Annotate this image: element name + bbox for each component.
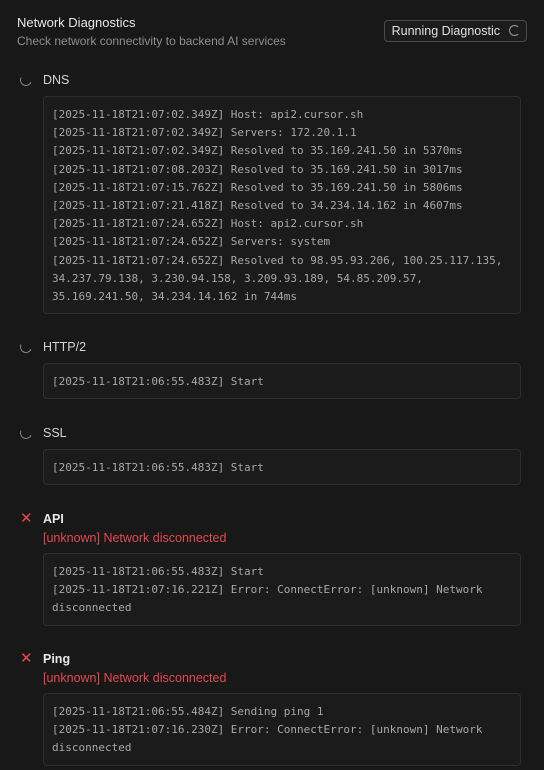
- run-button-label: Running Diagnostic: [391, 24, 500, 38]
- section-dns: DNS [2025-11-18T21:07:02.349Z] Host: api…: [18, 72, 521, 315]
- spinner-icon: [18, 72, 34, 88]
- log-line: [2025-11-18T21:07:21.418Z] Resolved to 3…: [52, 199, 463, 213]
- error-x-icon: ✕: [20, 509, 33, 527]
- log-line: [2025-11-18T21:07:02.349Z] Host: api2.cu…: [52, 108, 364, 121]
- log-box: [2025-11-18T21:06:55.483Z] Start: [43, 449, 521, 486]
- section-label: DNS: [43, 73, 70, 87]
- section-header: HTTP/2: [18, 339, 521, 357]
- section-header: SSL: [18, 425, 521, 443]
- log-line: [2025-11-18T21:07:16.221Z] Error: Connec…: [52, 583, 483, 615]
- section-header: DNS: [18, 72, 521, 90]
- running-diagnostic-button[interactable]: Running Diagnostic: [383, 20, 527, 42]
- log-line: [2025-11-18T21:07:24.652Z] Host: api2.cu…: [52, 217, 364, 231]
- log-line: [2025-11-18T21:07:02.349Z] Resolved to 3…: [52, 144, 463, 158]
- log-line: [2025-11-18T21:06:55.483Z] Start: [52, 375, 264, 388]
- error-x-icon: ✕: [20, 649, 33, 667]
- section-error-message: [unknown] Network disconnected: [43, 671, 227, 685]
- log-box: [2025-11-18T21:06:55.483Z] Start [2025-1…: [43, 553, 521, 626]
- log-line: [2025-11-18T21:06:55.483Z] Start: [52, 565, 264, 578]
- network-diagnostics-panel: Network Diagnostics Check network connec…: [0, 0, 544, 770]
- spinner-icon: [18, 339, 34, 355]
- loading-spinner-icon: [509, 25, 520, 36]
- panel-header: Network Diagnostics Check network connec…: [17, 15, 527, 49]
- log-line: [2025-11-18T21:06:55.483Z] Start: [52, 461, 264, 474]
- section-label: Ping: [43, 652, 71, 666]
- spinner-icon: [18, 425, 34, 441]
- section-ssl: SSL [2025-11-18T21:06:55.483Z] Start: [18, 425, 521, 486]
- section-http2: HTTP/2 [2025-11-18T21:06:55.483Z] Start: [18, 339, 521, 400]
- log-line: [2025-11-18T21:06:55.484Z] Sending ping …: [52, 705, 324, 718]
- section-header: ✕ Ping [unknown] Network disconnected: [20, 649, 521, 686]
- log-line: [2025-11-18T21:07:24.652Z] Servers: syst…: [52, 235, 331, 249]
- log-line: [2025-11-18T21:07:16.230Z] Error: Connec…: [52, 723, 483, 755]
- log-box: [2025-11-18T21:07:02.349Z] Host: api2.cu…: [43, 96, 521, 315]
- section-label: SSL: [43, 426, 67, 440]
- log-box: [2025-11-18T21:06:55.484Z] Sending ping …: [43, 693, 521, 766]
- section-error-message: [unknown] Network disconnected: [43, 531, 227, 545]
- section-api: ✕ API [unknown] Network disconnected [20…: [20, 509, 521, 626]
- log-line: [2025-11-18T21:07:08.203Z] Resolved to 3…: [52, 162, 463, 176]
- section-ping: ✕ Ping [unknown] Network disconnected [2…: [20, 649, 521, 766]
- log-box: [2025-11-18T21:06:55.483Z] Start: [43, 363, 521, 400]
- section-header: ✕ API [unknown] Network disconnected: [20, 509, 521, 546]
- log-line: [2025-11-18T21:07:24.652Z] Resolved to 9…: [52, 253, 503, 304]
- log-line: [2025-11-18T21:07:15.762Z] Resolved to 3…: [52, 180, 463, 194]
- log-line: [2025-11-18T21:07:02.349Z] Servers: 172.…: [52, 126, 357, 140]
- section-label: HTTP/2: [43, 340, 87, 354]
- section-label: API: [43, 512, 64, 526]
